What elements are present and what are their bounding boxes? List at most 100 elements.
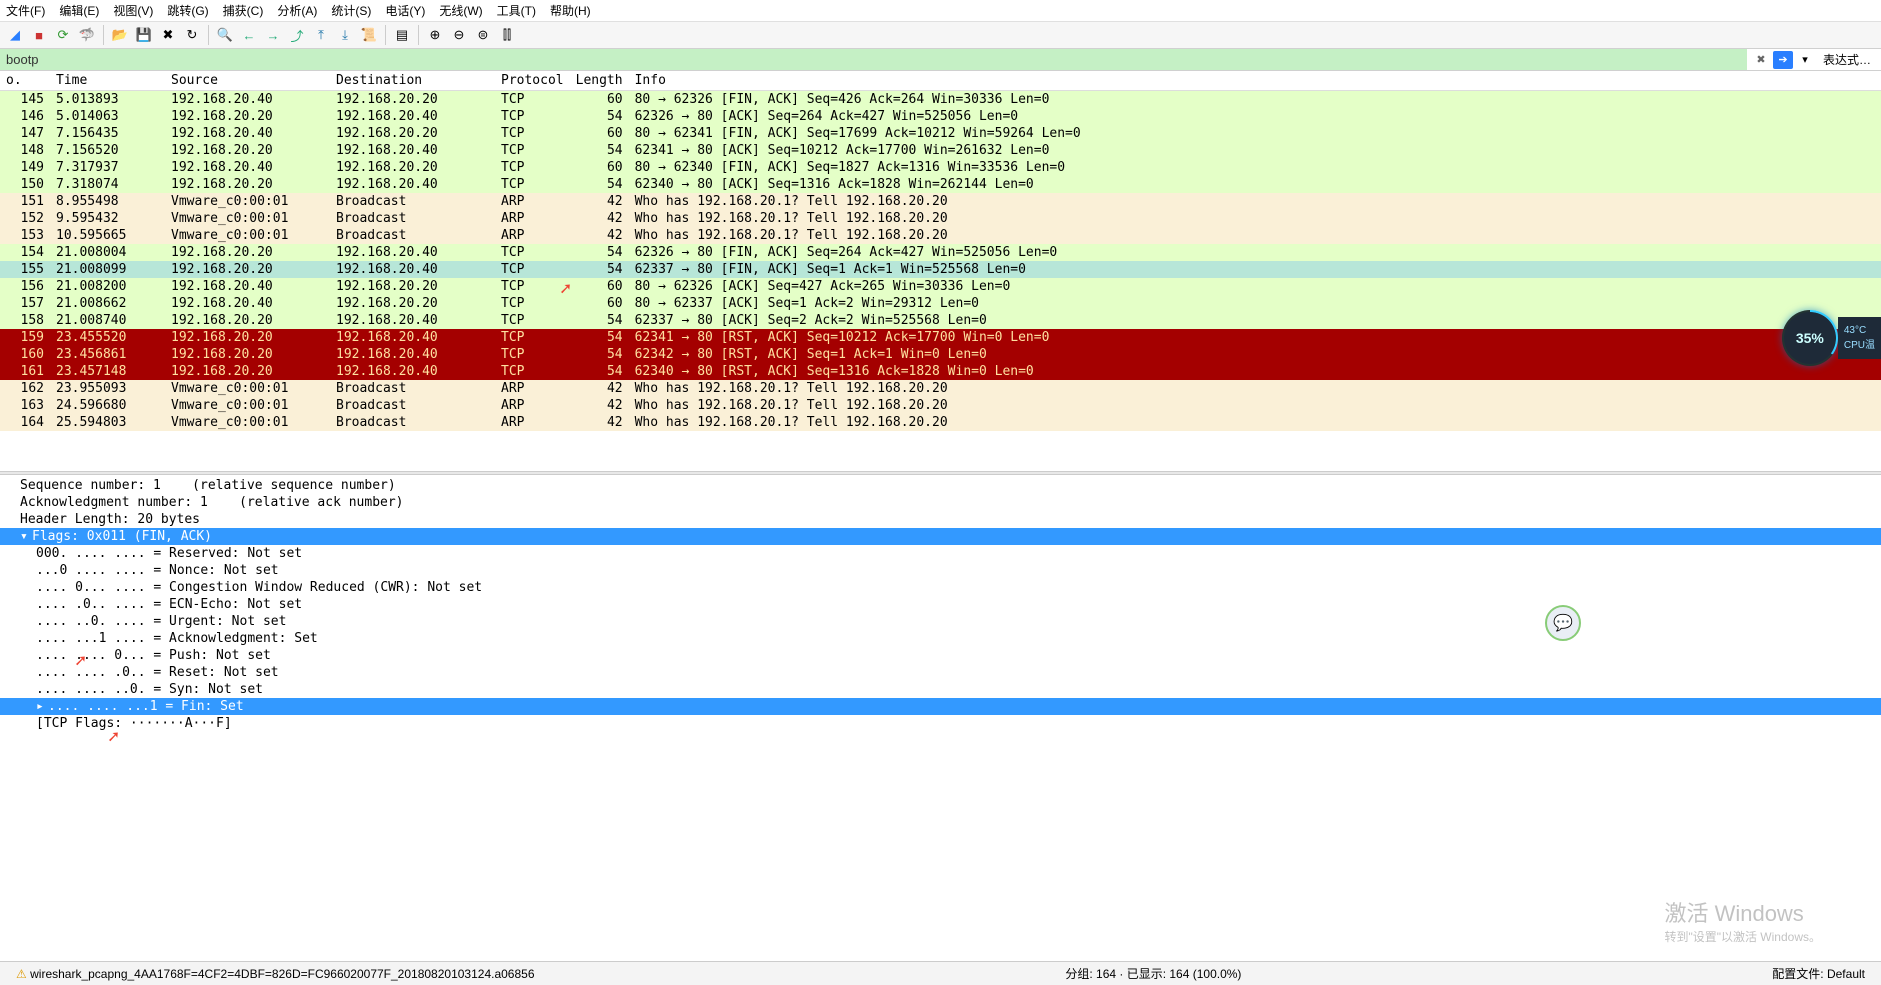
- menu-go[interactable]: 跳转(G): [167, 2, 208, 19]
- resize-columns-button[interactable]: ⫿⫿: [496, 24, 518, 46]
- filter-dropdown-button[interactable]: ▾: [1795, 51, 1815, 69]
- packet-row[interactable]: 15310.595665Vmware_c0:00:01BroadcastARP4…: [0, 227, 1881, 244]
- toolbar-separator: [385, 25, 386, 45]
- colorize-button[interactable]: ▤: [391, 24, 413, 46]
- menu-capture[interactable]: 捕获(C): [223, 2, 264, 19]
- menu-telephony[interactable]: 电话(Y): [385, 2, 425, 19]
- go-last-button[interactable]: ⤓: [334, 24, 356, 46]
- packet-list-pane[interactable]: o. Time Source Destination Protocol Leng…: [0, 71, 1881, 471]
- filter-controls: ✖ ➔ ▾ 表达式…: [1747, 51, 1881, 69]
- col-length[interactable]: Length: [570, 71, 629, 91]
- packet-row[interactable]: 1529.595432Vmware_c0:00:01BroadcastARP42…: [0, 210, 1881, 227]
- detail-ack-flag[interactable]: .... ...1 .... = Acknowledgment: Set: [0, 630, 1881, 647]
- packet-row[interactable]: 1518.955498Vmware_c0:00:01BroadcastARP42…: [0, 193, 1881, 210]
- main-toolbar: ◢ ■ ⟳ 🦈 📂 💾 ✖ ↻ 🔍 ← → ⤴ ⤒ ⤓ 📜 ▤ ⊕ ⊖ ⊜ ⫿⫿: [0, 22, 1881, 49]
- expand-caret-icon[interactable]: ▸: [36, 699, 48, 714]
- packet-row[interactable]: 15721.008662192.168.20.40192.168.20.20TC…: [0, 295, 1881, 312]
- warning-icon: ⚠: [16, 967, 27, 981]
- detail-flag-string[interactable]: [TCP Flags: ·······A···F]: [0, 715, 1881, 732]
- collapse-caret-icon[interactable]: ▾: [20, 529, 32, 544]
- detail-nonce[interactable]: ...0 .... .... = Nonce: Not set: [0, 562, 1881, 579]
- open-file-button[interactable]: 📂: [109, 24, 131, 46]
- save-file-button[interactable]: 💾: [133, 24, 155, 46]
- toolbar-separator: [103, 25, 104, 45]
- packet-row[interactable]: 16123.457148192.168.20.20192.168.20.40TC…: [0, 363, 1881, 380]
- detail-syn[interactable]: .... .... ..0. = Syn: Not set: [0, 681, 1881, 698]
- filter-apply-button[interactable]: ➔: [1773, 51, 1793, 69]
- detail-reserved[interactable]: 000. .... .... = Reserved: Not set: [0, 545, 1881, 562]
- detail-cwr[interactable]: .... 0... .... = Congestion Window Reduc…: [0, 579, 1881, 596]
- packet-row[interactable]: 1477.156435192.168.20.40192.168.20.20TCP…: [0, 125, 1881, 142]
- detail-ack[interactable]: Acknowledgment number: 1 (relative ack n…: [0, 494, 1881, 511]
- packet-row[interactable]: 16324.596680Vmware_c0:00:01BroadcastARP4…: [0, 397, 1881, 414]
- detail-ecn[interactable]: .... .0.. .... = ECN-Echo: Not set: [0, 596, 1881, 613]
- packet-row[interactable]: 15821.008740192.168.20.20192.168.20.40TC…: [0, 312, 1881, 329]
- restart-capture-button[interactable]: ⟳: [52, 24, 74, 46]
- packet-row[interactable]: 15621.008200192.168.20.40192.168.20.20TC…: [0, 278, 1881, 295]
- filter-clear-button[interactable]: ✖: [1751, 51, 1771, 69]
- packet-row[interactable]: 15521.008099192.168.20.20192.168.20.40TC…: [0, 261, 1881, 278]
- menu-view[interactable]: 视图(V): [113, 2, 153, 19]
- col-info[interactable]: Info: [629, 71, 1881, 91]
- stop-capture-button[interactable]: ■: [28, 24, 50, 46]
- start-capture-button[interactable]: ◢: [4, 24, 26, 46]
- activation-watermark: 激活 Windows 转到"设置"以激活 Windows。: [1664, 896, 1821, 945]
- packet-row[interactable]: 16425.594803Vmware_c0:00:01BroadcastARP4…: [0, 414, 1881, 431]
- auto-scroll-button[interactable]: 📜: [358, 24, 380, 46]
- packet-list-header[interactable]: o. Time Source Destination Protocol Leng…: [0, 71, 1881, 91]
- packet-row[interactable]: 16023.456861192.168.20.20192.168.20.40TC…: [0, 346, 1881, 363]
- status-packets: 分组: 164 · 已显示: 164 (100.0%): [1055, 965, 1251, 982]
- packet-row[interactable]: 1455.013893192.168.20.40192.168.20.20TCP…: [0, 91, 1881, 109]
- packet-row[interactable]: 1465.014063192.168.20.20192.168.20.40TCP…: [0, 108, 1881, 125]
- cpu-temp-label: 43°C CPU温: [1838, 317, 1881, 359]
- col-protocol[interactable]: Protocol: [495, 71, 570, 91]
- detail-push[interactable]: .... .... 0... = Push: Not set: [0, 647, 1881, 664]
- col-time[interactable]: Time: [50, 71, 165, 91]
- expression-button[interactable]: 表达式…: [1817, 51, 1877, 68]
- toolbar-separator: [418, 25, 419, 45]
- col-source[interactable]: Source: [165, 71, 330, 91]
- go-first-button[interactable]: ⤒: [310, 24, 332, 46]
- col-destination[interactable]: Destination: [330, 71, 495, 91]
- goto-packet-button[interactable]: ⤴: [286, 24, 308, 46]
- close-file-button[interactable]: ✖: [157, 24, 179, 46]
- menu-bar: 文件(F) 编辑(E) 视图(V) 跳转(G) 捕获(C) 分析(A) 统计(S…: [0, 0, 1881, 22]
- menu-edit[interactable]: 编辑(E): [59, 2, 99, 19]
- assistant-bubble-icon[interactable]: 💬: [1545, 605, 1581, 641]
- status-file: ⚠ wireshark_pcapng_4AA1768F=4CF2=4DBF=82…: [6, 967, 545, 981]
- menu-file[interactable]: 文件(F): [6, 2, 45, 19]
- packet-row[interactable]: 15421.008004192.168.20.20192.168.20.40TC…: [0, 244, 1881, 261]
- packet-row[interactable]: 15923.455520192.168.20.20192.168.20.40TC…: [0, 329, 1881, 346]
- detail-reset[interactable]: .... .... .0.. = Reset: Not set: [0, 664, 1881, 681]
- cpu-monitor-widget[interactable]: 35% 43°C CPU温: [1782, 310, 1881, 366]
- packet-row[interactable]: 1487.156520192.168.20.20192.168.20.40TCP…: [0, 142, 1881, 159]
- detail-seq[interactable]: Sequence number: 1 (relative sequence nu…: [0, 477, 1881, 494]
- zoom-in-button[interactable]: ⊕: [424, 24, 446, 46]
- detail-urgent[interactable]: .... ..0. .... = Urgent: Not set: [0, 613, 1881, 630]
- menu-tools[interactable]: 工具(T): [497, 2, 536, 19]
- reload-button[interactable]: ↻: [181, 24, 203, 46]
- go-back-button[interactable]: ←: [238, 24, 260, 46]
- display-filter-input[interactable]: [0, 49, 1747, 70]
- packet-details-pane[interactable]: Sequence number: 1 (relative sequence nu…: [0, 475, 1881, 785]
- status-bar: ⚠ wireshark_pcapng_4AA1768F=4CF2=4DBF=82…: [0, 961, 1881, 985]
- packet-row[interactable]: 16223.955093Vmware_c0:00:01BroadcastARP4…: [0, 380, 1881, 397]
- capture-options-button[interactable]: 🦈: [76, 24, 98, 46]
- status-profile[interactable]: 配置文件: Default: [1762, 965, 1875, 982]
- detail-fin[interactable]: ▸.... .... ...1 = Fin: Set: [0, 698, 1881, 715]
- menu-wireless[interactable]: 无线(W): [439, 2, 482, 19]
- zoom-out-button[interactable]: ⊖: [448, 24, 470, 46]
- zoom-reset-button[interactable]: ⊜: [472, 24, 494, 46]
- menu-analyze[interactable]: 分析(A): [277, 2, 317, 19]
- packet-row[interactable]: 1507.318074192.168.20.20192.168.20.40TCP…: [0, 176, 1881, 193]
- packet-row[interactable]: 1497.317937192.168.20.40192.168.20.20TCP…: [0, 159, 1881, 176]
- detail-flags[interactable]: ▾Flags: 0x011 (FIN, ACK): [0, 528, 1881, 545]
- menu-help[interactable]: 帮助(H): [550, 2, 591, 19]
- detail-header-length[interactable]: Header Length: 20 bytes: [0, 511, 1881, 528]
- menu-stats[interactable]: 统计(S): [331, 2, 371, 19]
- find-packet-button[interactable]: 🔍: [214, 24, 236, 46]
- display-filter-bar: ✖ ➔ ▾ 表达式…: [0, 49, 1881, 71]
- go-forward-button[interactable]: →: [262, 24, 284, 46]
- col-no[interactable]: o.: [0, 71, 50, 91]
- toolbar-separator: [208, 25, 209, 45]
